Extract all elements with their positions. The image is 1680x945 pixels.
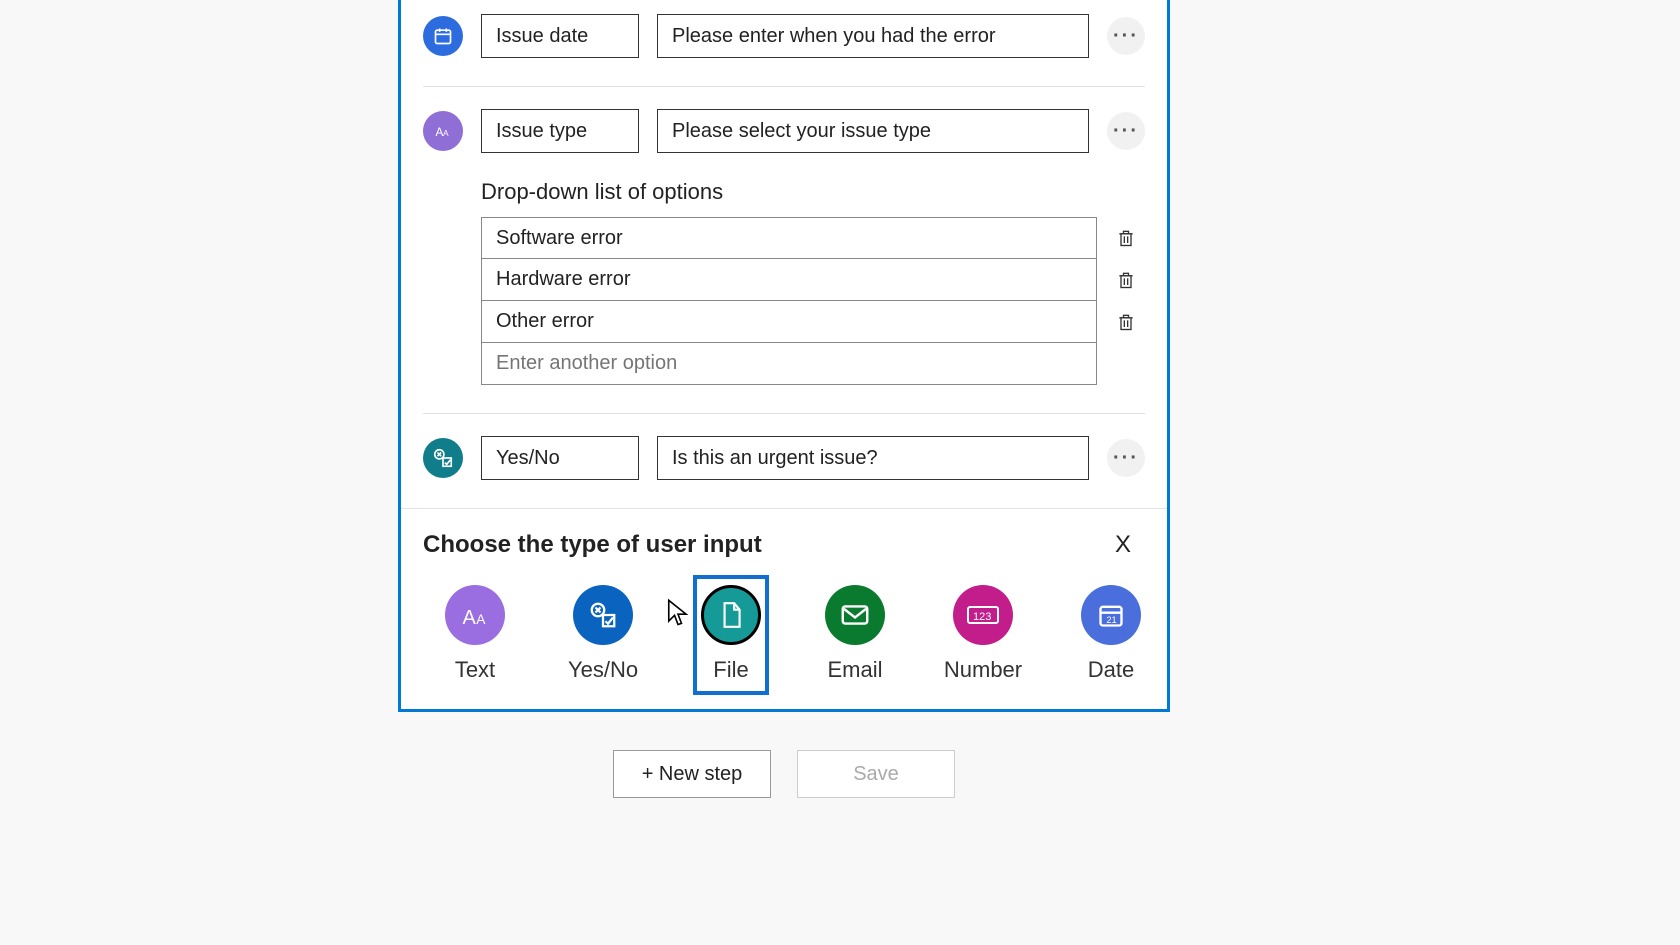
input-type-number[interactable]: 123 Number [941,575,1025,695]
calendar-icon [423,16,463,56]
trash-icon [1116,311,1136,333]
dropdown-option-input[interactable] [481,217,1097,259]
tile-label: Number [944,657,1022,683]
text-icon: AA [423,111,463,151]
more-options-button[interactable] [1107,112,1145,150]
input-name-field[interactable] [481,436,639,480]
ellipsis-icon [1113,120,1139,143]
more-options-button[interactable] [1107,439,1145,477]
flow-trigger-card: AA Drop-down list of options [398,0,1170,712]
choose-panel-title: Choose the type of user input [423,531,1145,559]
tile-label: Yes/No [568,657,638,683]
trash-icon [1116,269,1136,291]
delete-option-button[interactable] [1107,259,1145,301]
choose-input-type-panel: Choose the type of user input X AA Text … [401,508,1167,709]
tile-label: Date [1088,657,1134,683]
input-type-grid: AA Text Yes/No File Email [423,575,1145,695]
more-options-button[interactable] [1107,17,1145,55]
svg-text:123: 123 [973,611,991,623]
input-name-field[interactable] [481,109,639,153]
svg-text:A: A [463,607,477,629]
new-step-button[interactable]: + New step [613,750,771,798]
email-icon [825,585,885,645]
svg-text:21: 21 [1106,615,1116,625]
tile-label: Text [455,657,495,683]
svg-text:A: A [443,128,449,138]
yesno-icon [423,438,463,478]
ellipsis-icon [1113,25,1139,48]
input-description-field[interactable] [657,14,1089,58]
input-type-text[interactable]: AA Text [437,575,513,695]
file-icon [701,585,761,645]
close-panel-button[interactable]: X [1115,531,1131,559]
input-type-date[interactable]: 21 Date [1073,575,1149,695]
tile-label: Email [827,657,882,683]
delete-option-button[interactable] [1107,217,1145,259]
input-description-field[interactable] [657,109,1089,153]
input-type-email[interactable]: Email [817,575,893,695]
yesno-icon [573,585,633,645]
dropdown-label: Drop-down list of options [481,179,1145,205]
dropdown-option-input[interactable] [481,301,1097,343]
tile-label: File [713,657,748,683]
text-icon: AA [445,585,505,645]
input-description-field[interactable] [657,436,1089,480]
input-type-file[interactable]: File [693,575,769,695]
input-name-field[interactable] [481,14,639,58]
delete-option-button[interactable] [1107,301,1145,343]
input-section-issue-date [423,0,1145,86]
input-type-yesno[interactable]: Yes/No [561,575,645,695]
footer-actions: + New step Save [398,750,1170,798]
trash-icon [1116,227,1136,249]
input-section-yesno [423,413,1145,508]
dropdown-options-block: Drop-down list of options [481,179,1145,385]
number-icon: 123 [953,585,1013,645]
dropdown-add-option-input[interactable] [481,343,1097,385]
svg-text:A: A [476,612,486,627]
input-section-issue-type: AA Drop-down list of options [423,86,1145,413]
date-icon: 21 [1081,585,1141,645]
dropdown-option-input[interactable] [481,259,1097,301]
ellipsis-icon [1113,447,1139,470]
save-button[interactable]: Save [797,750,955,798]
